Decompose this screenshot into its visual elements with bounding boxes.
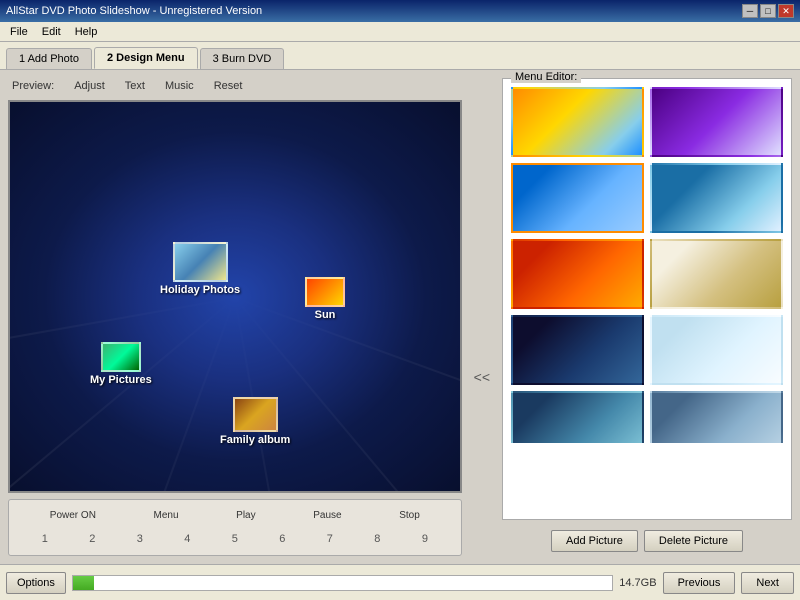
dvd-pause[interactable]: Pause — [309, 508, 345, 523]
menu-thumb-4[interactable] — [650, 163, 783, 233]
maximize-button[interactable]: □ — [760, 4, 776, 18]
close-button[interactable]: ✕ — [778, 4, 794, 18]
label-family: Family album — [220, 434, 290, 446]
toolbar-reset[interactable]: Reset — [214, 80, 243, 92]
dvd-menu[interactable]: Menu — [150, 508, 183, 523]
thumb-family — [233, 397, 278, 432]
dvd-num-2[interactable]: 2 — [85, 531, 99, 547]
label-mypictures: My Pictures — [90, 374, 152, 386]
menu-thumb-8[interactable] — [650, 315, 783, 385]
add-picture-button[interactable]: Add Picture — [551, 530, 638, 552]
previous-button[interactable]: Previous — [663, 572, 736, 594]
app-title: AllStar DVD Photo Slideshow - Unregister… — [6, 5, 262, 17]
thumb-mypic — [101, 342, 141, 372]
menu-bar: File Edit Help — [0, 22, 800, 42]
dvd-numbers-row: 1 2 3 4 5 6 7 8 9 — [21, 531, 449, 547]
menu-thumb-6[interactable] — [650, 239, 783, 309]
thumbs-grid — [507, 83, 787, 443]
delete-picture-button[interactable]: Delete Picture — [644, 530, 743, 552]
next-button[interactable]: Next — [741, 572, 794, 594]
thumb-holiday — [173, 242, 228, 282]
progress-fill — [73, 576, 95, 590]
editor-buttons: Add Picture Delete Picture — [502, 526, 792, 556]
menu-thumb-1[interactable] — [511, 87, 644, 157]
window-controls: ─ □ ✕ — [742, 4, 794, 18]
dvd-buttons-row: Power ON Menu Play Pause Stop — [21, 508, 449, 523]
status-bar: Options 14.7GB Previous Next — [0, 564, 800, 600]
toolbar-preview-label: Preview: — [12, 80, 54, 92]
storage-label: 14.7GB — [619, 577, 656, 589]
dvd-controls: Power ON Menu Play Pause Stop 1 2 3 4 5 … — [8, 499, 462, 556]
tab-design-menu[interactable]: 2 Design Menu — [94, 47, 198, 69]
dvd-stop[interactable]: Stop — [395, 508, 424, 523]
menu-thumb-10[interactable] — [650, 391, 783, 443]
dvd-num-4[interactable]: 4 — [180, 531, 194, 547]
toolbar-text[interactable]: Text — [125, 80, 145, 92]
thumb-sun — [305, 277, 345, 307]
collapse-arrow-button[interactable]: << — [470, 198, 494, 556]
dvd-num-3[interactable]: 3 — [133, 531, 147, 547]
menu-thumb-7[interactable] — [511, 315, 644, 385]
dvd-num-7[interactable]: 7 — [323, 531, 337, 547]
left-panel: Preview: Adjust Text Music Reset Holiday… — [8, 78, 462, 556]
preview-family-album[interactable]: Family album — [220, 397, 290, 446]
minimize-button[interactable]: ─ — [742, 4, 758, 18]
dvd-play[interactable]: Play — [232, 508, 259, 523]
preview-area: Holiday Photos Sun My Pictures Family al… — [8, 100, 462, 493]
preview-sun[interactable]: Sun — [305, 277, 345, 321]
title-bar: AllStar DVD Photo Slideshow - Unregister… — [0, 0, 800, 22]
progress-bar — [72, 575, 613, 591]
title-text: AllStar DVD Photo Slideshow - Unregister… — [6, 5, 262, 17]
toolbar-row: Preview: Adjust Text Music Reset — [8, 78, 462, 94]
toolbar-music[interactable]: Music — [165, 80, 194, 92]
preview-my-pictures[interactable]: My Pictures — [90, 342, 152, 386]
main-content: Preview: Adjust Text Music Reset Holiday… — [0, 70, 800, 564]
toolbar-adjust[interactable]: Adjust — [74, 80, 105, 92]
label-sun: Sun — [315, 309, 336, 321]
menu-thumb-9[interactable] — [511, 391, 644, 443]
dvd-num-1[interactable]: 1 — [38, 531, 52, 547]
menu-edit[interactable]: Edit — [36, 24, 67, 40]
dvd-num-9[interactable]: 9 — [418, 531, 432, 547]
options-button[interactable]: Options — [6, 572, 66, 594]
menu-file[interactable]: File — [4, 24, 34, 40]
menu-thumb-2[interactable] — [650, 87, 783, 157]
dvd-num-5[interactable]: 5 — [228, 531, 242, 547]
dvd-power-on[interactable]: Power ON — [46, 508, 100, 523]
tab-add-photo[interactable]: 1 Add Photo — [6, 48, 92, 69]
dvd-num-8[interactable]: 8 — [370, 531, 384, 547]
menu-thumb-3[interactable] — [511, 163, 644, 233]
preview-holiday-photos[interactable]: Holiday Photos — [160, 242, 240, 296]
menu-help[interactable]: Help — [69, 24, 104, 40]
right-panel: Menu Editor: Add Picture Delete Picture — [502, 78, 792, 556]
menu-editor-box: Menu Editor: — [502, 78, 792, 520]
dvd-num-6[interactable]: 6 — [275, 531, 289, 547]
menu-editor-label: Menu Editor: — [511, 71, 581, 83]
menu-thumb-5[interactable] — [511, 239, 644, 309]
label-holiday: Holiday Photos — [160, 284, 240, 296]
tab-burn-dvd[interactable]: 3 Burn DVD — [200, 48, 285, 69]
tab-bar: 1 Add Photo 2 Design Menu 3 Burn DVD — [0, 42, 800, 70]
